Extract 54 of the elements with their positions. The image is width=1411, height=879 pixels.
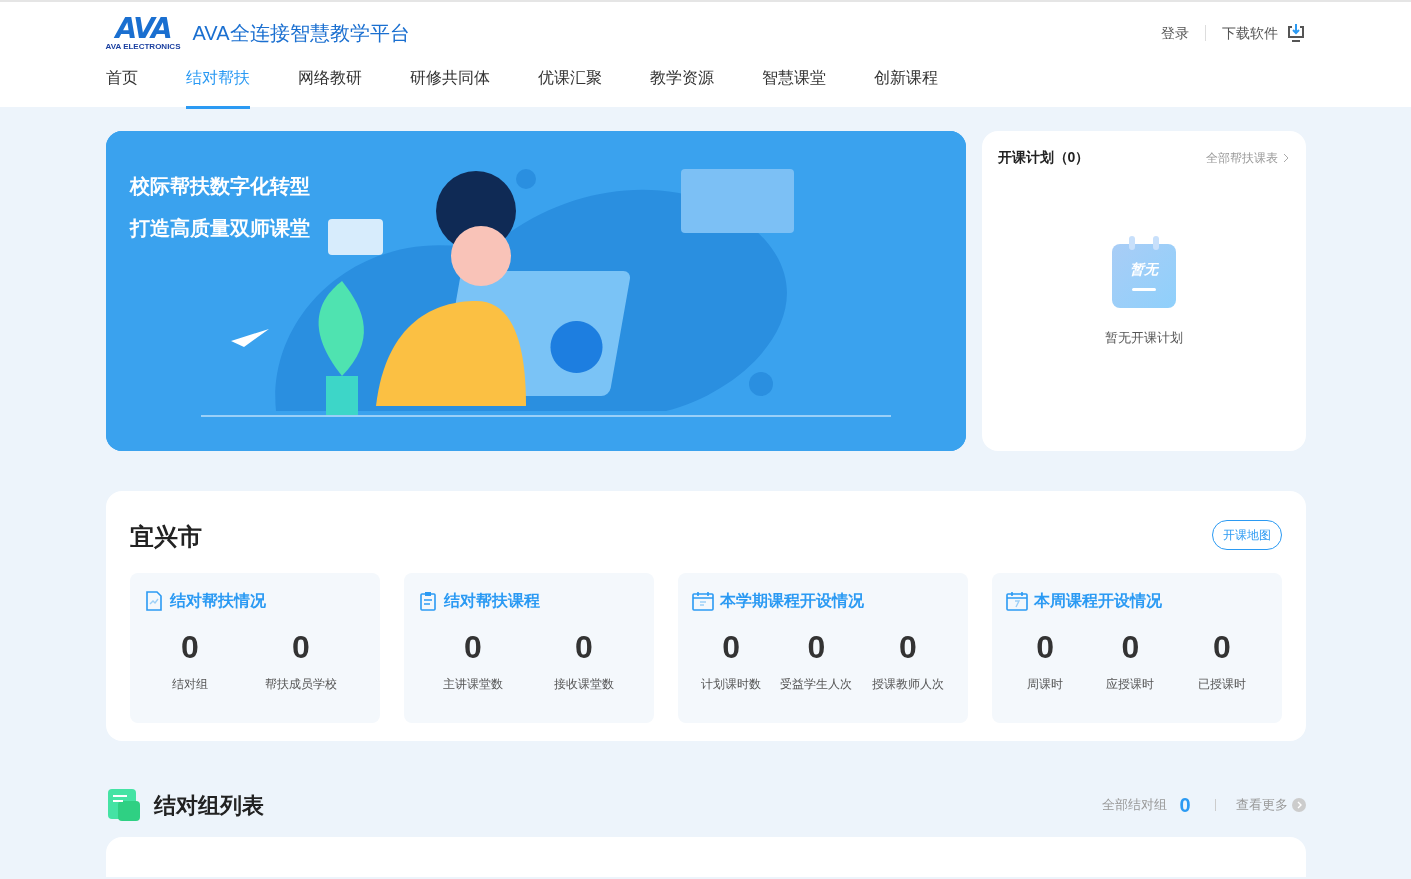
empty-calendar-icon — [1111, 236, 1176, 308]
stat-label: 接收课堂数 — [554, 676, 614, 693]
stat-value: 0 — [575, 628, 593, 667]
empty-message: 暂无开课计划 — [1104, 329, 1183, 347]
stat-card-title: 结对帮扶课程 — [443, 591, 540, 611]
chevron-right-icon — [1281, 152, 1290, 163]
stat-label: 已授课时 — [1197, 676, 1246, 693]
empty-icon-label: 暂无 — [1128, 260, 1160, 278]
stat-card-title: 本周课程开设情况 — [1033, 591, 1162, 611]
clipboard-icon — [417, 591, 438, 611]
region-title: 宜兴市 — [129, 522, 202, 552]
stat-label: 受益学生人次 — [780, 676, 853, 693]
nav-tab[interactable]: 智慧课堂 — [761, 64, 826, 109]
calendar-icon — [1005, 591, 1028, 611]
stat-value: 0 — [1036, 628, 1055, 667]
nav-tab[interactable]: 网络教研 — [297, 64, 362, 109]
login-link[interactable]: 登录 — [1144, 22, 1205, 44]
banner-slogan: 校际帮扶数字化转型 — [129, 174, 310, 199]
stat-label: 应授课时 — [1106, 676, 1155, 693]
stat-value: 0 — [1212, 628, 1231, 667]
stat-label: 周课时 — [1027, 676, 1064, 693]
nav-tab[interactable]: 首页 — [105, 64, 138, 109]
nav-tab[interactable]: 教学资源 — [649, 64, 714, 109]
plan-title: 开课计划（0） — [997, 148, 1090, 167]
stat-value: 0 — [722, 628, 741, 667]
banner-slogan: 打造高质量双师课堂 — [129, 216, 310, 241]
nav-tab[interactable]: 创新课程 — [873, 64, 938, 109]
stat-value: 0 — [292, 628, 310, 667]
logo-mark: AVA — [115, 15, 171, 43]
nav-tab[interactable]: 优课汇聚 — [537, 64, 602, 109]
stat-value: 0 — [898, 628, 917, 667]
stat-label: 授课教师人次 — [871, 676, 944, 693]
total-label: 全部结对组 — [1102, 796, 1168, 815]
stat-label: 帮扶成员学校 — [265, 676, 337, 693]
download-icon[interactable] — [1285, 23, 1306, 43]
stat-value: 0 — [464, 628, 482, 667]
stat-label: 计划课时数 — [701, 676, 762, 693]
nav-tab[interactable]: 研修共同体 — [409, 64, 490, 109]
logo-subtitle: AVA ELECTRONICS — [105, 43, 181, 51]
stat-card-title: 结对帮扶情况 — [169, 591, 266, 611]
list-icon — [105, 787, 142, 823]
chevron-circle-icon — [1291, 798, 1306, 812]
total-count: 0 — [1178, 793, 1192, 818]
stat-label: 结对组 — [172, 676, 208, 693]
stat-value: 0 — [807, 628, 826, 667]
calendar-icon — [691, 591, 714, 611]
stat-value: 0 — [181, 628, 199, 667]
stat-value: 0 — [1121, 628, 1140, 667]
download-link[interactable]: 下载软件 — [1205, 22, 1286, 44]
stat-card-title: 本学期课程开设情况 — [719, 591, 864, 611]
site-title: AVA全连接智慧教学平台 — [192, 21, 410, 46]
section-title: 结对组列表 — [153, 791, 264, 820]
document-chart-icon — [143, 591, 164, 611]
stat-label: 主讲课堂数 — [443, 676, 503, 693]
